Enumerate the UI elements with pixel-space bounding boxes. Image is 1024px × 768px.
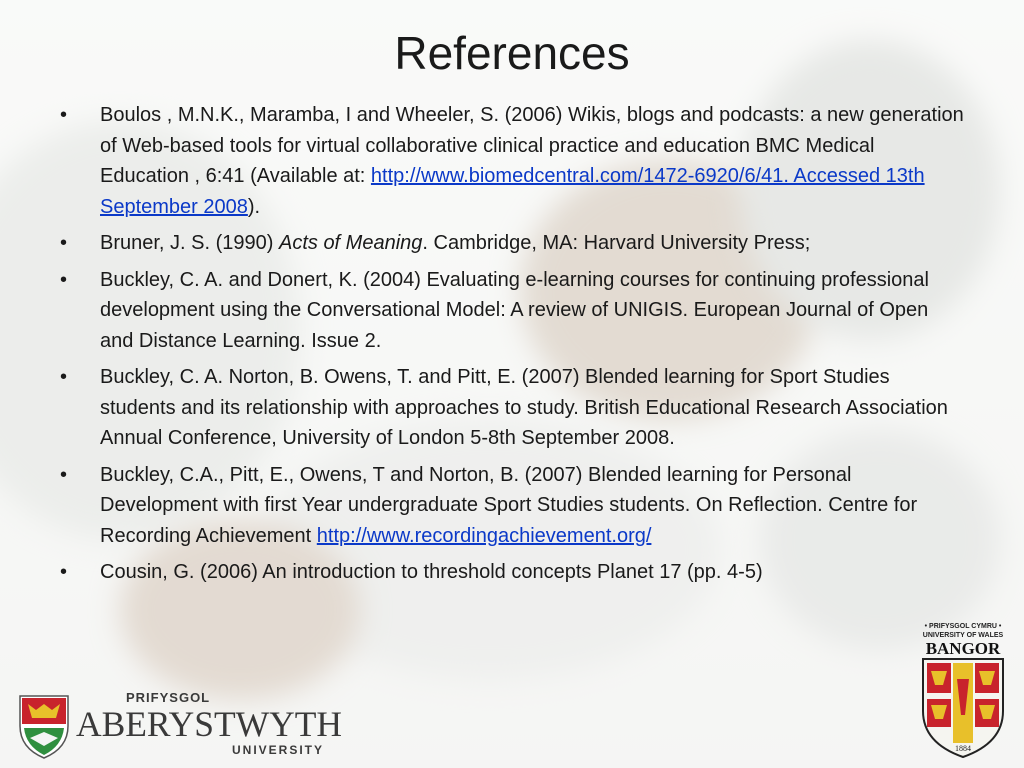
reference-item: • Buckley, C. A. and Donert, K. (2004) E…	[60, 265, 965, 357]
reference-item: • Buckley, C. A. Norton, B. Owens, T. an…	[60, 362, 965, 454]
shield-icon	[922, 658, 1004, 759]
logo-text-university-of-wales: UNIVERSITY OF WALES	[923, 632, 1004, 639]
reference-item: • Buckley, C.A., Pitt, E., Owens, T and …	[60, 460, 965, 552]
reference-item: • Bruner, J. S. (1990) Acts of Meaning. …	[60, 228, 965, 259]
reference-link[interactable]: http://www.recordingachievement.org/	[317, 525, 652, 547]
reference-text: Buckley, C. A. Norton, B. Owens, T. and …	[100, 366, 948, 449]
bullet: •	[60, 366, 68, 388]
reference-item: • Cousin, G. (2006) An introduction to t…	[60, 557, 965, 588]
logo-text-aberystwyth: ABERYSTWYTH	[76, 704, 342, 744]
logo-text-prifysgol: PRIFYSGOL	[126, 690, 210, 705]
reference-text: . Cambridge, MA: Harvard University Pres…	[422, 232, 811, 254]
bullet: •	[60, 104, 68, 126]
bullet: •	[60, 268, 68, 291]
reference-text: Buckley, C. A. and Donert, K. (2004) Eva…	[100, 268, 929, 352]
logo-text-university: UNIVERSITY	[232, 743, 324, 757]
logo-text-prifysgol-cymru: • PRIFYSGOL CYMRU •	[925, 623, 1002, 630]
bangor-logo: • PRIFYSGOL CYMRU • UNIVERSITY OF WALES …	[922, 623, 1004, 759]
slide-title: References	[394, 27, 630, 79]
aberystwyth-logo: PRIFYSGOL ABERYSTWYTH UNIVERSITY	[19, 690, 342, 759]
bullet: •	[60, 561, 68, 583]
reference-italic-title: Acts of Meaning	[278, 232, 423, 254]
reference-text: Cousin, G. (2006) An introduction to thr…	[100, 561, 763, 583]
bullet: •	[60, 463, 68, 486]
reference-list: • Boulos , M.N.K., Maramba, I and Wheele…	[60, 100, 965, 594]
bullet: •	[60, 232, 68, 254]
reference-item: • Boulos , M.N.K., Maramba, I and Wheele…	[60, 100, 965, 222]
slide: References • Boulos , M.N.K., Maramba, I…	[0, 0, 1024, 768]
reference-text: Bruner, J. S. (1990)	[100, 232, 279, 254]
reference-text: ).	[247, 195, 261, 218]
logo-text-bangor: BANGOR	[926, 639, 1001, 658]
logo-text-year: 1884	[955, 744, 971, 753]
crest-icon	[19, 695, 69, 759]
